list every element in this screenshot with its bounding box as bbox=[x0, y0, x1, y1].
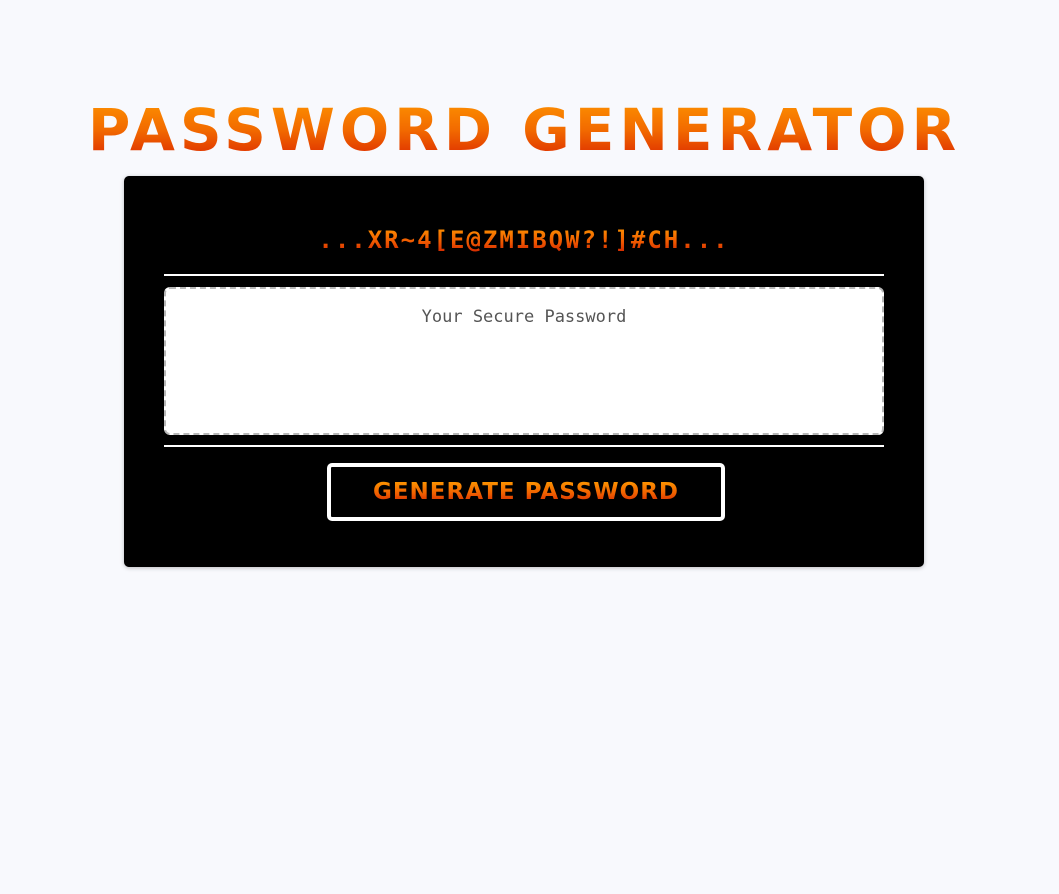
password-output-field[interactable] bbox=[164, 287, 884, 435]
generate-password-button[interactable]: Generate Password bbox=[327, 463, 725, 521]
top-divider bbox=[164, 274, 884, 276]
generate-password-button-label: Generate Password bbox=[372, 479, 680, 505]
generator-card: ...XR~4[E@ZMIBQW?!]#CH... Generate Passw… bbox=[124, 176, 924, 567]
page-title: Password Generator bbox=[0, 95, 1049, 165]
scramble-animation-text: ...XR~4[E@ZMIBQW?!]#CH... bbox=[124, 224, 924, 256]
bottom-divider bbox=[164, 445, 884, 447]
